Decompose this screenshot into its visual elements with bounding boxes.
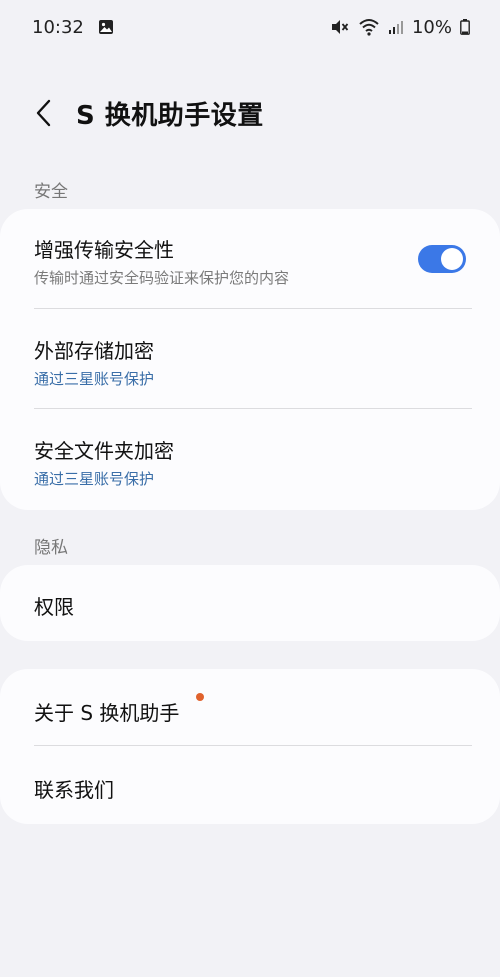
status-time: 10:32 bbox=[32, 16, 84, 38]
toggle-knob bbox=[441, 248, 463, 270]
page-title: S 换机助手设置 bbox=[76, 101, 264, 131]
section-title-security: 安全 bbox=[34, 182, 68, 202]
status-bar: 10:32 10% bbox=[0, 0, 500, 54]
wifi-icon bbox=[358, 18, 380, 36]
setting-enhanced-transfer-security[interactable]: 增强传输安全性 传输时通过安全码验证来保护您的内容 bbox=[0, 209, 500, 309]
setting-title: 外部存储加密 bbox=[34, 339, 154, 363]
about-card: 关于 S 换机助手 联系我们 bbox=[0, 669, 500, 824]
setting-about-smart-switch[interactable]: 关于 S 换机助手 bbox=[0, 669, 500, 746]
back-button[interactable] bbox=[28, 94, 58, 132]
setting-permissions[interactable]: 权限 bbox=[0, 565, 500, 641]
security-card: 增强传输安全性 传输时通过安全码验证来保护您的内容 外部存储加密 通过三星账号保… bbox=[0, 209, 500, 510]
enhanced-security-toggle[interactable] bbox=[418, 245, 466, 273]
update-badge-dot bbox=[196, 693, 204, 701]
setting-external-storage-encryption[interactable]: 外部存储加密 通过三星账号保护 bbox=[0, 309, 500, 409]
setting-subtitle: 通过三星账号保护 bbox=[34, 370, 155, 388]
chevron-left-icon bbox=[36, 99, 51, 127]
battery-icon bbox=[460, 19, 470, 35]
setting-secure-folder-encryption[interactable]: 安全文件夹加密 通过三星账号保护 bbox=[0, 409, 500, 510]
setting-subtitle: 传输时通过安全码验证来保护您的内容 bbox=[34, 269, 290, 287]
battery-percent: 10% bbox=[411, 16, 452, 38]
setting-subtitle: 通过三星账号保护 bbox=[34, 470, 155, 488]
setting-title: 增强传输安全性 bbox=[34, 238, 174, 262]
mute-icon bbox=[330, 18, 350, 36]
setting-contact-us[interactable]: 联系我们 bbox=[0, 746, 500, 824]
setting-title: 安全文件夹加密 bbox=[34, 439, 174, 463]
signal-icon bbox=[388, 19, 404, 35]
gallery-icon bbox=[98, 19, 114, 35]
setting-title: 关于 S 换机助手 bbox=[34, 701, 180, 725]
app-header: S 换机助手设置 bbox=[0, 88, 500, 138]
section-title-privacy: 隐私 bbox=[34, 538, 68, 558]
setting-title: 权限 bbox=[34, 595, 74, 619]
setting-title: 联系我们 bbox=[34, 778, 114, 802]
privacy-card: 权限 bbox=[0, 565, 500, 641]
